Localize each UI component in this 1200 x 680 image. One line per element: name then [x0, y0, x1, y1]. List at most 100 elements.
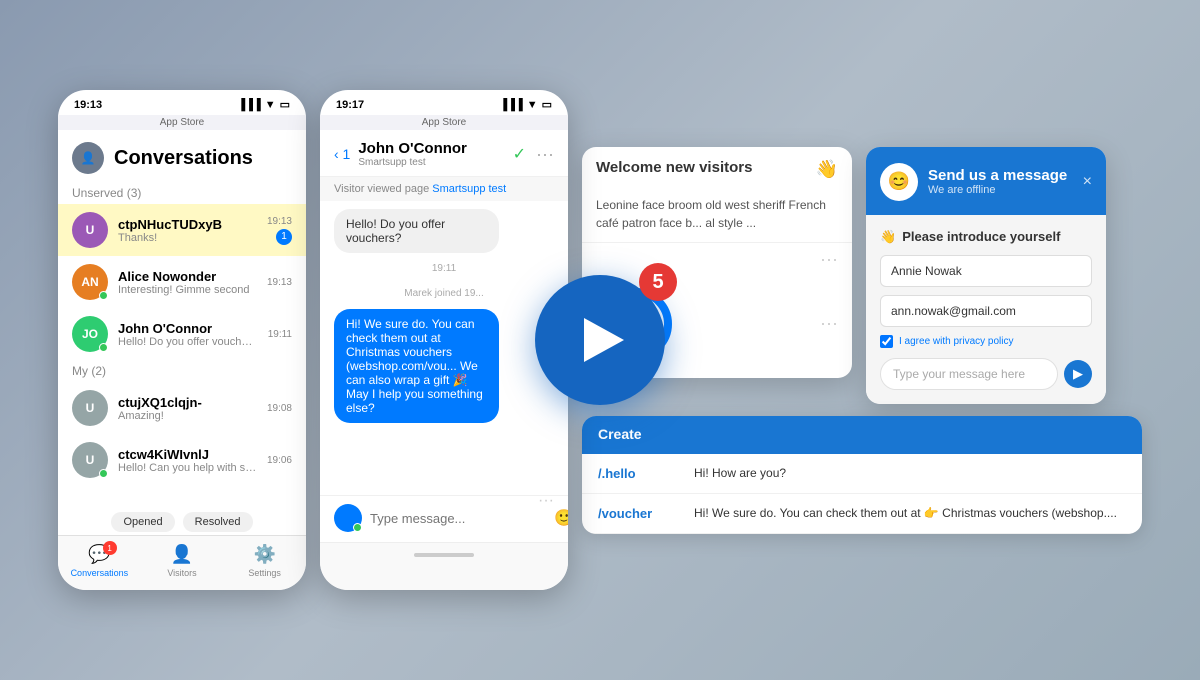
more-icon[interactable]: ··· — [536, 144, 554, 165]
phone-conversations: 19:13 ▐▐▐ ▼ ▭ App Store 👤 Conversations … — [58, 90, 306, 590]
filter-opened[interactable]: Opened — [111, 512, 174, 532]
send-avatar — [334, 504, 362, 532]
check-icon[interactable]: ✓ — [513, 144, 526, 165]
status-icons-1: ▐▐▐ ▼ ▭ — [237, 98, 290, 111]
conv-meta-my1: 19:08 — [267, 403, 292, 414]
conv-meta-1: 19:13 1 — [267, 216, 292, 245]
chat-contact-info: John O'Connor Smartsupp test — [358, 140, 467, 168]
conv-info-john: John O'Connor Hello! Do you offer vouche… — [118, 321, 258, 348]
wave-icon: 👋 — [816, 159, 838, 180]
back-button[interactable]: ‹ 1 — [334, 146, 350, 162]
conv-item-1[interactable]: U ctpNHucTUDxyB Thanks! 19:13 1 — [58, 204, 306, 256]
join-notice: Marek joined 19... — [334, 288, 554, 299]
widget-close-button[interactable]: × — [1083, 173, 1092, 191]
more-btn-row: ··· — [582, 243, 852, 276]
widget-header-info: Send us a message We are offline — [928, 167, 1067, 196]
chat-contact-name: John O'Connor — [358, 140, 467, 157]
shortcut-cmd-2: /voucher — [598, 506, 678, 521]
welcome-title: Welcome new visitors — [596, 159, 752, 176]
signal-icon-2: ▐▐▐ — [499, 99, 522, 111]
app-store-bar-2: App Store — [320, 115, 568, 130]
msg-visitor-1: Hello! Do you offer vouchers? — [334, 209, 499, 253]
shortcuts-header: Create — [582, 416, 1142, 454]
visitor-link[interactable]: Smartsupp test — [432, 183, 506, 195]
conv-avatar-john: JO — [72, 316, 108, 352]
widget-email-field[interactable] — [880, 295, 1092, 327]
conv-item-my1[interactable]: U ctujXQ1clqjn- Amazing! 19:08 — [58, 382, 306, 434]
home-indicator — [414, 553, 474, 557]
battery-icon: ▭ — [280, 98, 290, 111]
user-avatar: 👤 — [72, 142, 104, 174]
app-store-bar-1: App Store — [58, 115, 306, 130]
status-time-1: 19:13 — [74, 99, 102, 111]
visitor-bar: Visitor viewed page Smartsupp test — [320, 177, 568, 201]
widget-status: We are offline — [928, 184, 1067, 196]
tab-settings[interactable]: ⚙️ Settings — [223, 544, 306, 578]
filter-row: Opened Resolved — [58, 506, 306, 538]
wifi-icon: ▼ — [265, 99, 276, 111]
online-dot-john — [99, 343, 108, 352]
section-my: My (2) — [58, 360, 306, 382]
status-bar-2: 19:17 ▐▐▐ ▼ ▭ — [320, 90, 568, 115]
emoji-icon[interactable]: 🙂 — [554, 508, 568, 528]
main-area: 19:13 ▐▐▐ ▼ ▭ App Store 👤 Conversations … — [58, 90, 1142, 590]
widget-intro-text: Please introduce yourself — [902, 229, 1060, 244]
conv-item-john[interactable]: JO John O'Connor Hello! Do you offer vou… — [58, 308, 306, 360]
status-time-2: 19:17 — [336, 99, 364, 111]
play-circle[interactable]: 5 — [535, 275, 665, 405]
conversations-icon: 💬 1 — [88, 544, 110, 565]
conv-title: Conversations — [114, 147, 253, 170]
tab-visitors[interactable]: 👤 Visitors — [141, 544, 224, 578]
shortcut-text-1: Hi! How are you? — [694, 466, 1126, 480]
conv-info-my1: ctujXQ1clqjn- Amazing! — [118, 395, 257, 422]
widget-name-field[interactable] — [880, 255, 1092, 287]
conv-avatar-my2: U — [72, 442, 108, 478]
filter-resolved[interactable]: Resolved — [183, 512, 253, 532]
conv-avatar-1: U — [72, 212, 108, 248]
welcome-preview: Leonine face broom old west sheriff Fren… — [582, 186, 852, 243]
shortcut-row-1[interactable]: /.hello Hi! How are you? — [582, 454, 1142, 494]
welcome-top: Welcome new visitors 👋 — [582, 147, 852, 186]
conv-header: 👤 Conversations — [58, 130, 306, 182]
wifi-icon-2: ▼ — [527, 99, 538, 111]
shortcut-text-2: Hi! We sure do. You can check them out a… — [694, 506, 1126, 520]
conv-meta-john: 19:11 — [268, 329, 292, 340]
chat-text-input[interactable] — [370, 511, 546, 526]
conv-item-alice[interactable]: AN Alice Nowonder Interesting! Gimme sec… — [58, 256, 306, 308]
shortcut-row-2[interactable]: /voucher Hi! We sure do. You can check t… — [582, 494, 1142, 534]
shortcut-cmd-1: /.hello — [598, 466, 678, 481]
section-unserved: Unserved (3) — [58, 182, 306, 204]
chat-action-icons: 🙂 📎 📄 — [554, 508, 568, 528]
conv-info-1: ctpNHucTUDxyB Thanks! — [118, 217, 257, 244]
privacy-label: I agree with privacy policy — [899, 336, 1014, 347]
msg-input-placeholder[interactable]: Type your message here — [880, 358, 1058, 390]
conv-item-my2[interactable]: U ctcw4KiWIvnlJ Hello! Can you help with… — [58, 434, 306, 486]
tab-conversations[interactable]: 💬 1 Conversations — [58, 544, 141, 578]
send-button[interactable]: ▶ — [1064, 360, 1092, 388]
conv-info-alice: Alice Nowonder Interesting! Gimme second — [118, 269, 257, 296]
status-icons-2: ▐▐▐ ▼ ▭ — [499, 98, 552, 111]
widget-intro: 👋 Please introduce yourself — [880, 229, 1092, 245]
more-dots-welcome[interactable]: ··· — [820, 249, 838, 270]
online-dot — [99, 291, 108, 300]
right-column: Welcome new visitors 👋 Leonine face broo… — [582, 147, 1142, 534]
msg-input-row: Type your message here ▶ — [880, 358, 1092, 390]
privacy-checkbox[interactable] — [880, 335, 893, 348]
msg-agent-1: Hi! We sure do. You can check them out a… — [334, 309, 499, 423]
play-triangle-icon — [584, 318, 624, 362]
phone-chat: 19:17 ▐▐▐ ▼ ▭ App Store ‹ 1 John O'Conno… — [320, 90, 568, 590]
conv-meta-alice: 19:13 — [267, 277, 292, 288]
shortcuts-panel: Create /.hello Hi! How are you? /voucher… — [582, 416, 1142, 534]
privacy-row: I agree with privacy policy — [880, 335, 1092, 348]
send-online — [353, 523, 362, 532]
chat-contact-sub: Smartsupp test — [358, 157, 467, 168]
visitors-icon: 👤 — [171, 544, 193, 565]
signal-icon: ▐▐▐ — [237, 99, 260, 111]
episode-badge: 5 — [639, 263, 677, 301]
phone-home-bar — [320, 542, 568, 590]
battery-icon-2: ▭ — [542, 98, 552, 111]
wave-emoji: 👋 — [880, 229, 896, 245]
bottom-tabs: 💬 1 Conversations 👤 Visitors ⚙️ Settings — [58, 535, 306, 590]
status-bar-1: 19:13 ▐▐▐ ▼ ▭ — [58, 90, 306, 115]
play-button-overlay[interactable]: 5 — [535, 275, 665, 405]
